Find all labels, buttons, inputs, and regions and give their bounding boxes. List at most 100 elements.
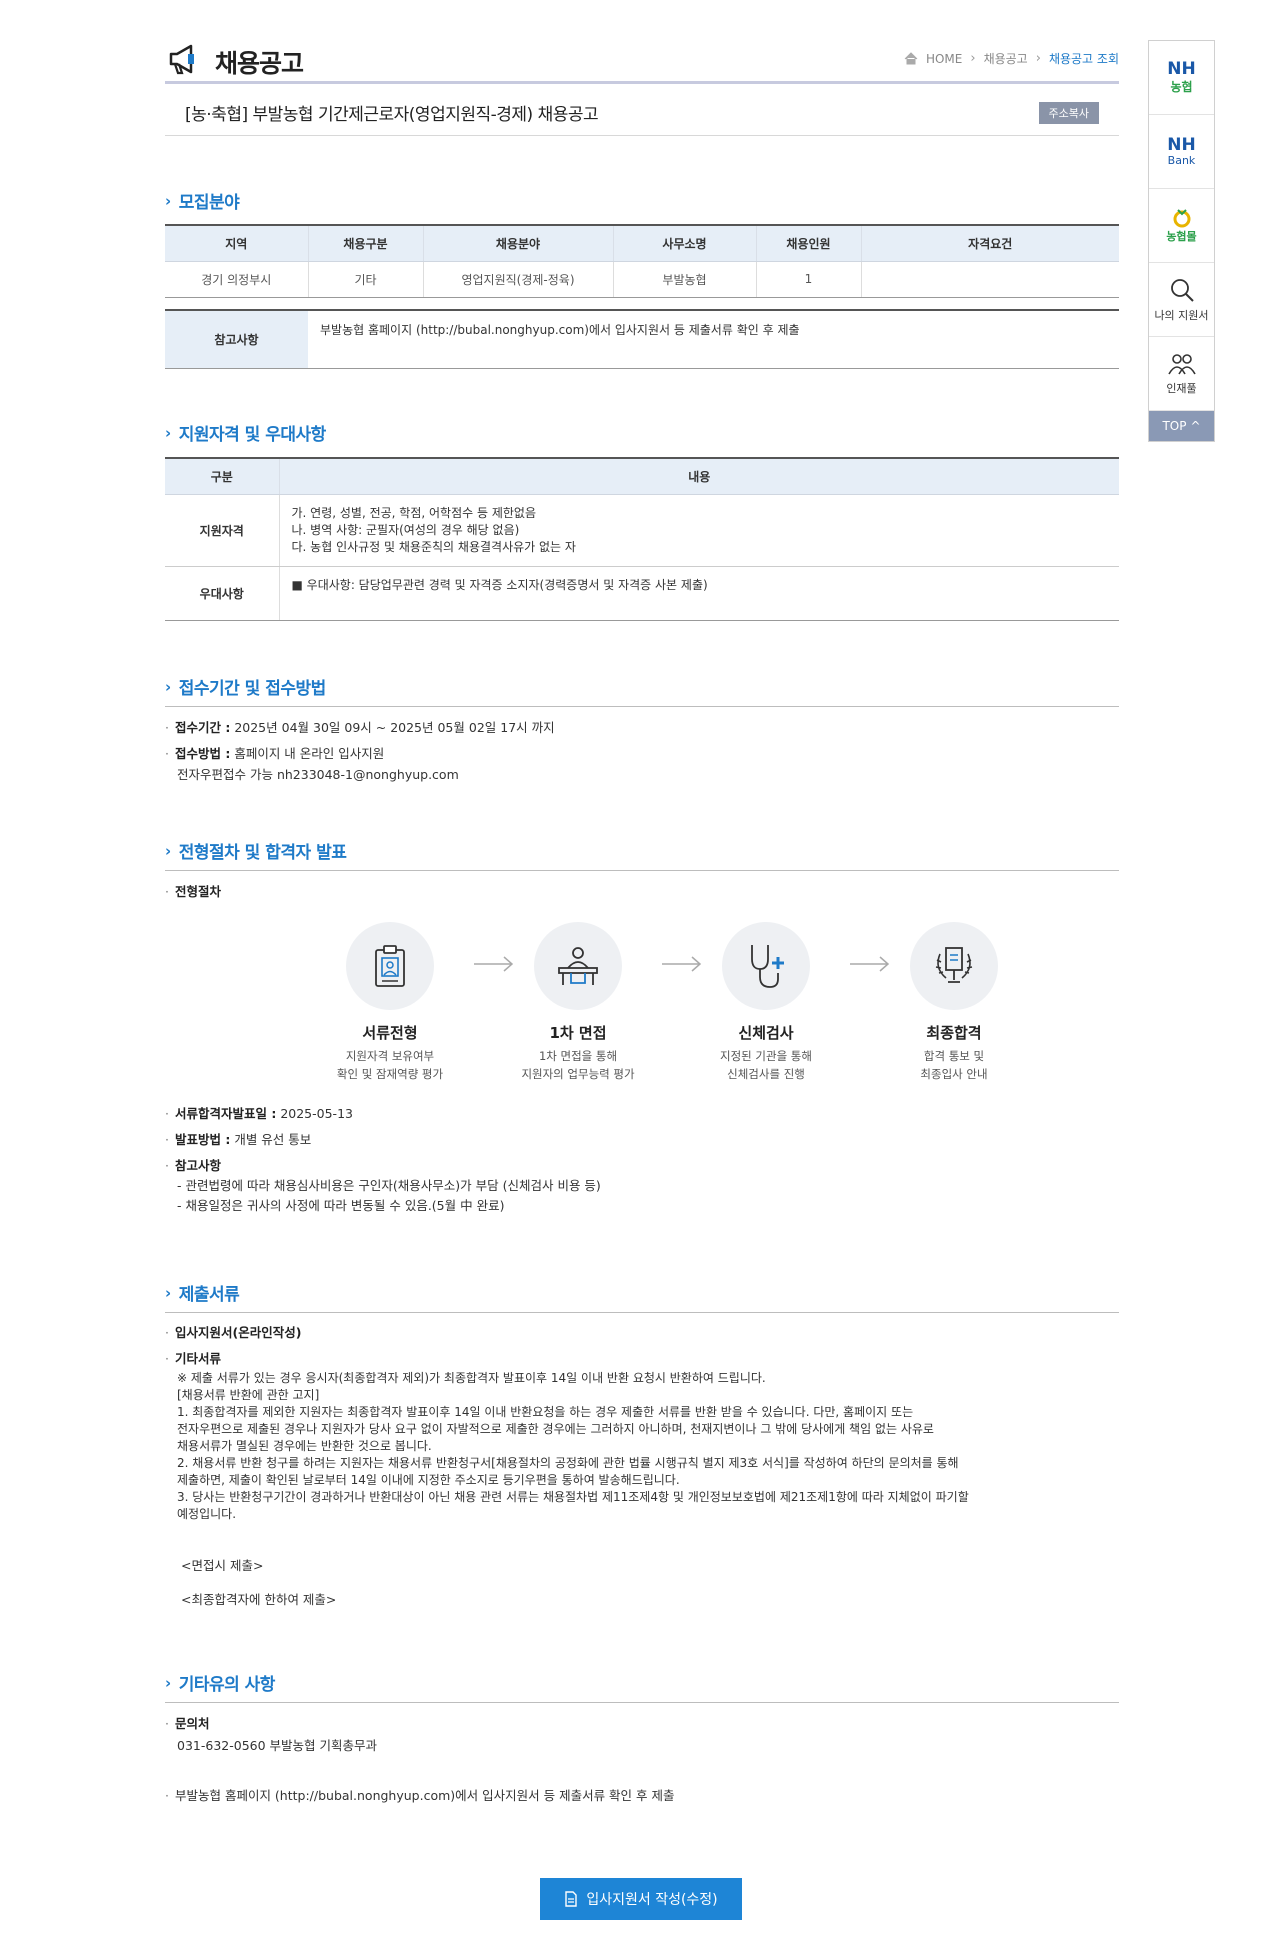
table-cell: 기타: [307, 261, 423, 298]
step-name: 1차 면접: [549, 1024, 607, 1042]
nh-bank-logo-sub: Bank: [1167, 153, 1196, 167]
page-title: 채용공고: [215, 49, 304, 78]
document-edit-icon: [565, 1891, 578, 1907]
docs-body-line: ※ 제출 서류가 있는 경우 응시자(최종합격자 제외)가 최종합격자 발표이후…: [177, 1371, 766, 1385]
period-value: 2025년 04월 30일 09시 ~ 2025년 05월 02일 17시 까지: [234, 720, 555, 735]
quick-nh-nonghyup[interactable]: NH 농협: [1149, 41, 1214, 115]
section-title-text: 전형절차 및 합격자 발표: [178, 843, 347, 863]
step-desc-line: 지원자의 업무능력 평가: [521, 1067, 635, 1081]
notify-line: · 발표방법 : 개별 유선 통보: [165, 1132, 312, 1147]
note-label: 참고사항: [165, 310, 308, 368]
breadcrumb-current: 채용공고 조회: [1048, 52, 1119, 66]
chevron-right-icon: ›: [970, 51, 976, 66]
contact-line: · 문의처: [165, 1716, 210, 1731]
chevron-right-icon: ›: [165, 677, 171, 696]
copy-address-button[interactable]: 주소복사: [1038, 102, 1099, 124]
method-line: · 접수방법 : 홈페이지 내 온라인 입사지원: [165, 746, 385, 761]
announce-label: 서류합격자발표일 :: [174, 1106, 277, 1121]
period-label: 접수기간 :: [174, 720, 231, 735]
qualify-table: 구분 내용 지원자격 가. 연령, 성별, 전공, 학점, 어학점수 등 제한없…: [165, 457, 1119, 621]
interview-icon: [558, 947, 598, 985]
notify-label: 발표방법 :: [174, 1132, 231, 1147]
process-step: 신체검사 지정된 기관을 통해 신체검사를 진행: [696, 922, 836, 1083]
step-desc: 지원자격 보유여부 확인 및 잠재역량 평가: [320, 1047, 460, 1083]
column-header: 사무소명: [612, 224, 756, 262]
column-header: 지역: [165, 224, 308, 262]
apply-form-button[interactable]: 입사지원서 작성(수정): [540, 1878, 742, 1920]
section-title-text: 제출서류: [178, 1285, 240, 1305]
search-icon: [1170, 278, 1194, 302]
section-title-text: 접수기간 및 접수방법: [178, 679, 327, 699]
quick-nh-mall[interactable]: 농협몰: [1149, 189, 1214, 263]
process-step: 최종합격 합격 통보 및 최종입사 안내: [884, 922, 1024, 1083]
step-desc-line: 지원자격 보유여부: [345, 1049, 435, 1063]
etc-note-line: · 부발농협 홈페이지 (http://bubal.nonghyup.com)에서…: [165, 1788, 675, 1803]
note-table: 참고사항 부발농협 홈페이지 (http://bubal.nonghyup.co…: [165, 309, 1119, 369]
stethoscope-icon: [751, 945, 784, 988]
scroll-top-button[interactable]: TOP ^: [1149, 411, 1214, 441]
docs-item-label: 입사지원서(온라인작성): [174, 1325, 302, 1340]
home-icon[interactable]: [904, 52, 918, 65]
step-desc-line: 1차 면접을 통해: [538, 1049, 618, 1063]
breadcrumb-home[interactable]: HOME: [926, 52, 962, 66]
column-header: 자격요건: [860, 224, 1119, 262]
section-title-qualify: › 지원자격 및 우대사항: [165, 420, 327, 446]
docs-item: · 기타서류: [165, 1351, 221, 1366]
chevron-right-icon: ›: [165, 423, 171, 442]
method-value: 홈페이지 내 온라인 입사지원: [234, 746, 385, 761]
nh-logo-sub: 농협: [1170, 79, 1193, 94]
contact-value: 031-632-0560 부발농협 기획총무과: [177, 1738, 377, 1753]
process-ref-label: 참고사항: [174, 1158, 221, 1173]
process-ref-item: - 관련법령에 따라 채용심사비용은 구인자(채용사무소)가 부담 (신체검사 …: [177, 1178, 601, 1193]
section-title-text: 모집분야: [178, 193, 240, 213]
megaphone-icon: [169, 44, 194, 75]
docs-final: <최종합격자에 한하여 제출>: [181, 1592, 337, 1607]
column-header: 채용인원: [755, 224, 861, 262]
docs-body-line: 제출하면, 제출이 확인된 날로부터 14일 이내에 지정한 주소지로 등기우편…: [177, 1473, 680, 1487]
note-text: 부발농협 홈페이지 (http://bubal.nonghyup.com)에서 …: [320, 323, 800, 337]
apply-button-label: 입사지원서 작성(수정): [586, 1892, 718, 1908]
docs-body-line: 1. 최종합격자를 제외한 지원자는 최종합격자 발표이후 14일 이내 반환요…: [177, 1405, 914, 1419]
process-label: 전형절차: [174, 884, 221, 899]
table-header-row: 구분 내용: [165, 457, 1119, 495]
contact-label: 문의처: [174, 1716, 210, 1731]
table-header-row: 지역 채용구분 채용분야 사무소명 채용인원 자격요건: [165, 224, 1119, 262]
step-circle: [722, 922, 810, 1010]
chevron-right-icon: ›: [165, 841, 171, 860]
announce-value: 2025-05-13: [280, 1106, 353, 1121]
table-cell: 부발농협: [612, 261, 756, 298]
notify-value: 개별 유선 통보: [234, 1132, 312, 1147]
step-desc-line: 신체검사를 진행: [727, 1067, 805, 1081]
quick-talent-pool[interactable]: 인재풀: [1149, 337, 1214, 411]
recruit-table: 지역 채용구분 채용분야 사무소명 채용인원 자격요건 경기 의정부시 기타 영…: [165, 224, 1119, 298]
nh-logo-text: NH: [1167, 58, 1196, 79]
row-label: 우대사항: [165, 566, 279, 621]
section-title-recruit: › 모집분야: [165, 188, 240, 214]
process-label-line: · 전형절차: [165, 884, 221, 899]
section-title-text: 지원자격 및 우대사항: [178, 425, 327, 445]
section-title-etc: › 기타유의 사항: [165, 1670, 275, 1696]
step-desc-line: 합격 통보 및: [923, 1049, 985, 1063]
column-header: 채용분야: [422, 224, 613, 262]
process-steps: 서류전형 지원자격 보유여부 확인 및 잠재역량 평가 1차 면접 1차 면접을…: [320, 922, 998, 1083]
table-cell: 경기 의정부시: [165, 261, 308, 298]
quick-nh-bank[interactable]: NH Bank: [1149, 115, 1214, 189]
docs-interview: <면접시 제출>: [181, 1558, 264, 1573]
quick-menu: NH 농협 NH Bank 농협몰 나의 지원서 인재풀 TOP ^: [1148, 40, 1215, 442]
quick-my-application[interactable]: 나의 지원서: [1149, 263, 1214, 337]
section-title-docs: › 제출서류: [165, 1280, 240, 1306]
people-icon: [1167, 353, 1196, 374]
chevron-up-icon: ^: [1190, 419, 1201, 433]
breadcrumb-recruit[interactable]: 채용공고: [984, 50, 1028, 67]
divider: [165, 1312, 1119, 1313]
step-name: 신체검사: [738, 1024, 794, 1042]
chevron-right-icon: ›: [165, 1283, 171, 1302]
qualify-content: 가. 연령, 성별, 전공, 학점, 어학점수 등 제한없음 나. 병역 사항:…: [278, 494, 1119, 567]
announce-line: · 서류합격자발표일 : 2025-05-13: [165, 1106, 353, 1121]
docs-body-line: 채용서류가 멸실된 경우에는 반환한 것으로 봅니다.: [177, 1439, 432, 1453]
docs-body: ※ 제출 서류가 있는 경우 응시자(최종합격자 제외)가 최종합격자 발표이후…: [165, 1370, 1119, 1523]
step-desc: 1차 면접을 통해 지원자의 업무능력 평가: [508, 1047, 648, 1083]
divider: [165, 706, 1119, 707]
table-row: 경기 의정부시 기타 영업지원직(경제-정육) 부발농협 1: [165, 261, 1119, 298]
chevron-right-icon: ›: [165, 191, 171, 210]
